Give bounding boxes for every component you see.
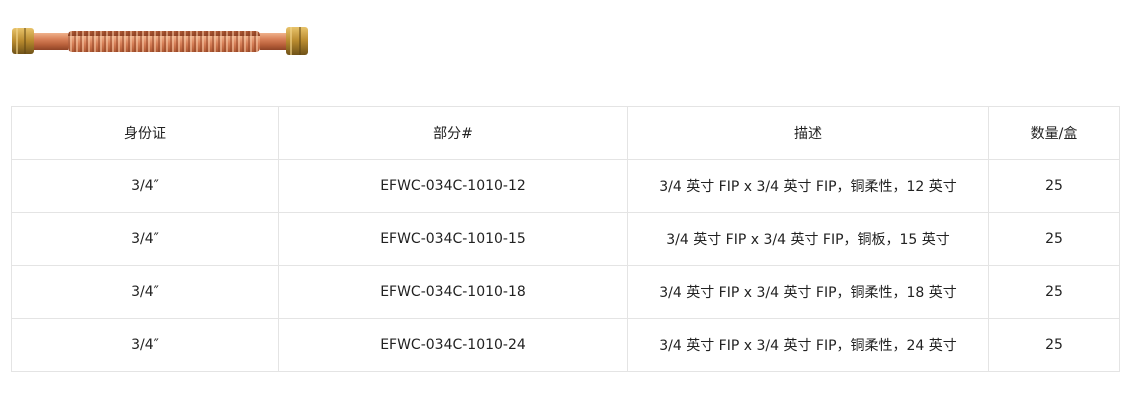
cell-description: 3/4 英寸 FIP x 3/4 英寸 FIP，铜柔性，18 英寸 bbox=[627, 265, 989, 319]
cell-id: 3/4″ bbox=[11, 212, 279, 266]
header-part-number: 部分# bbox=[278, 106, 628, 160]
header-quantity-per-box: 数量/盒 bbox=[988, 106, 1120, 160]
cell-description: 3/4 英寸 FIP x 3/4 英寸 FIP，铜柔性，24 英寸 bbox=[627, 318, 989, 372]
cell-part-number: EFWC-034C-1010-15 bbox=[278, 212, 628, 266]
header-id: 身份证 bbox=[11, 106, 279, 160]
header-description: 描述 bbox=[627, 106, 989, 160]
product-spec-table: 身份证 部分# 描述 数量/盒 3/4″ EFWC-034C-1010-12 3… bbox=[11, 106, 1120, 372]
cell-part-number: EFWC-034C-1010-18 bbox=[278, 265, 628, 319]
table-row: 3/4″ EFWC-034C-1010-18 3/4 英寸 FIP x 3/4 … bbox=[11, 265, 1120, 319]
table-row: 3/4″ EFWC-034C-1010-24 3/4 英寸 FIP x 3/4 … bbox=[11, 318, 1120, 372]
cell-part-number: EFWC-034C-1010-24 bbox=[278, 318, 628, 372]
cell-description: 3/4 英寸 FIP x 3/4 英寸 FIP，铜板，15 英寸 bbox=[627, 212, 989, 266]
cell-description: 3/4 英寸 FIP x 3/4 英寸 FIP，铜柔性，12 英寸 bbox=[627, 159, 989, 213]
cell-quantity: 25 bbox=[988, 159, 1120, 213]
cell-quantity: 25 bbox=[988, 318, 1120, 372]
cell-quantity: 25 bbox=[988, 265, 1120, 319]
cell-id: 3/4″ bbox=[11, 318, 279, 372]
table-row: 3/4″ EFWC-034C-1010-15 3/4 英寸 FIP x 3/4 … bbox=[11, 212, 1120, 266]
cell-quantity: 25 bbox=[988, 212, 1120, 266]
table-header-row: 身份证 部分# 描述 数量/盒 bbox=[11, 106, 1120, 160]
cell-id: 3/4″ bbox=[11, 159, 279, 213]
table-row: 3/4″ EFWC-034C-1010-12 3/4 英寸 FIP x 3/4 … bbox=[11, 159, 1120, 213]
cell-part-number: EFWC-034C-1010-12 bbox=[278, 159, 628, 213]
cell-id: 3/4″ bbox=[11, 265, 279, 319]
product-image-copper-flex-connector bbox=[12, 27, 308, 55]
